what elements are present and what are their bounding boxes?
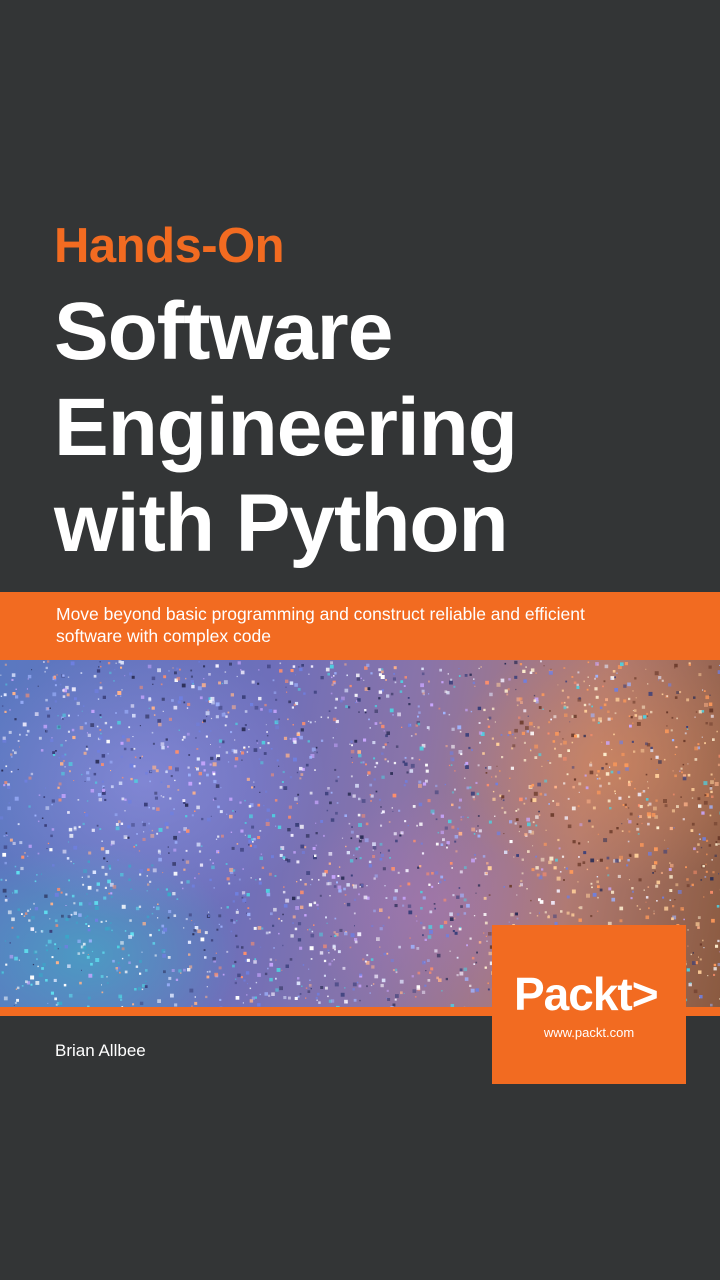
packt-logo: Packt> — [514, 968, 659, 1020]
subtitle-line-2: software with complex code — [56, 626, 271, 646]
author-name: Brian Allbee — [55, 1041, 146, 1060]
series-title: Hands-On — [54, 219, 285, 273]
title-line-2: Engineering — [54, 382, 518, 473]
book-cover: Hands-On Software Engineering with Pytho… — [0, 0, 720, 1280]
publisher-url: www.packt.com — [543, 1025, 635, 1040]
book-title: Software Engineering with Python — [54, 284, 518, 572]
subtitle-band: Move beyond basic programming and constr… — [0, 592, 720, 660]
publisher-logo-box: Packt> www.packt.com — [492, 925, 686, 1084]
title-line-3: with Python — [54, 478, 509, 569]
subtitle-line-1: Move beyond basic programming and constr… — [56, 604, 585, 624]
book-subtitle: Move beyond basic programming and constr… — [56, 603, 696, 647]
title-line-1: Software — [54, 286, 393, 377]
